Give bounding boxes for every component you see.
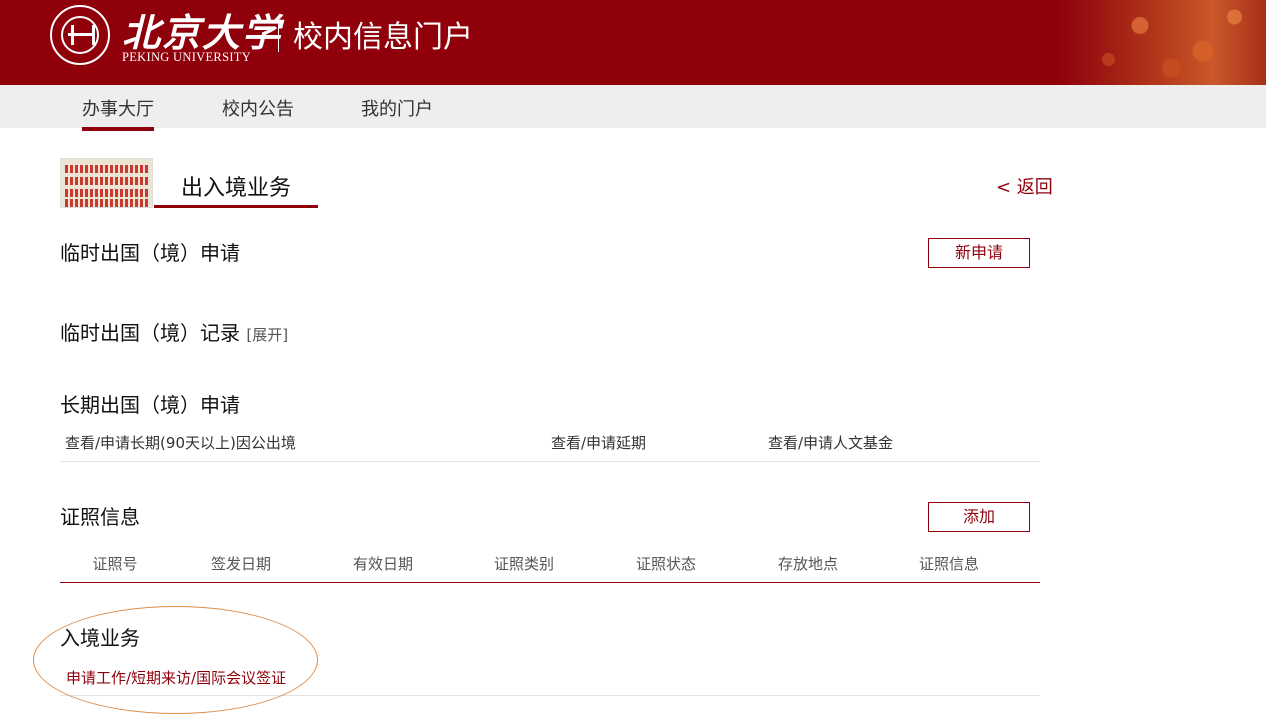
column-header-issue-date: 签发日期 (210, 555, 271, 573)
divider (60, 695, 1040, 696)
main-nav: 办事大厅 校内公告 我的门户 (0, 85, 1266, 131)
table-header-divider (60, 582, 1040, 583)
nav-item-service-hall[interactable]: 办事大厅 (82, 95, 154, 131)
divider (60, 461, 1040, 462)
entry-heading: 入境业务 (60, 626, 140, 650)
logo-english-name: PEKING UNIVERSITY (122, 50, 252, 64)
section-title: 出入境业务 (181, 176, 292, 201)
column-header-valid-date: 有效日期 (352, 555, 413, 573)
temp-record-heading: 临时出国（境）记录 [展开] (60, 317, 288, 346)
section-banner-image (60, 158, 153, 208)
temp-apply-heading: 临时出国（境）申请 (60, 241, 240, 265)
nav-item-my-portal[interactable]: 我的门户 (361, 95, 433, 121)
logo-chinese-name: 北京大学 (122, 10, 283, 55)
university-seal-icon (50, 5, 110, 65)
temp-record-title: 临时出国（境）记录 (60, 321, 240, 345)
new-application-button[interactable]: 新申请 (928, 238, 1030, 268)
add-certificate-button[interactable]: 添加 (928, 502, 1030, 532)
column-header-cert-info: 证照信息 (918, 555, 979, 573)
long-term-apply-link[interactable]: 查看/申请长期(90天以上)因公出境 (65, 432, 296, 453)
extension-apply-link[interactable]: 查看/申请延期 (551, 432, 646, 453)
nav-item-announcements[interactable]: 校内公告 (222, 95, 294, 121)
humanities-fund-link[interactable]: 查看/申请人文基金 (768, 432, 893, 453)
header-autumn-image (1056, 0, 1266, 85)
expand-records-link[interactable]: [展开] (246, 326, 288, 344)
column-header-cert-status: 证照状态 (635, 555, 696, 573)
logo-divider (278, 18, 279, 52)
column-header-cert-type: 证照类别 (493, 555, 554, 573)
visa-application-link[interactable]: 申请工作/短期来访/国际会议签证 (66, 667, 286, 688)
column-header-cert-number: 证照号 (92, 555, 138, 573)
column-header-storage-location: 存放地点 (777, 555, 838, 573)
portal-title: 校内信息门户 (293, 20, 473, 55)
long-term-heading: 长期出国（境）申请 (60, 393, 240, 417)
back-link[interactable]: < 返回 (996, 173, 1053, 199)
page-header: 北京大学 PEKING UNIVERSITY 校内信息门户 (0, 0, 1266, 85)
section-title-tab: 出入境业务 (154, 158, 318, 208)
certificates-heading: 证照信息 (60, 505, 140, 529)
